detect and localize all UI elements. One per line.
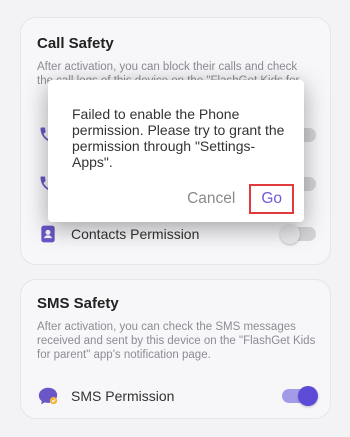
contacts-permission-label: Contacts Permission <box>71 226 200 242</box>
contacts-icon <box>37 223 59 245</box>
sms-permission-toggle[interactable] <box>282 386 318 406</box>
call-safety-title: Call Safety <box>37 35 114 52</box>
sms-icon <box>37 385 59 407</box>
dialog-actions: Cancel Go <box>177 184 294 214</box>
sms-permission-row[interactable]: SMS Permission <box>37 383 318 409</box>
cancel-button[interactable]: Cancel <box>177 186 245 212</box>
dialog-message: Failed to enable the Phone permission. P… <box>72 106 285 170</box>
sms-safety-description: After activation, you can check the SMS … <box>37 321 316 361</box>
sms-safety-title: SMS Safety <box>37 295 119 312</box>
sms-safety-card: SMS Safety After activation, you can che… <box>20 279 331 419</box>
contacts-permission-toggle[interactable] <box>280 224 316 244</box>
sms-permission-label: SMS Permission <box>71 388 175 404</box>
go-button[interactable]: Go <box>249 184 294 214</box>
contacts-permission-row[interactable]: Contacts Permission <box>37 221 316 247</box>
permission-failed-dialog: Failed to enable the Phone permission. P… <box>48 80 304 222</box>
